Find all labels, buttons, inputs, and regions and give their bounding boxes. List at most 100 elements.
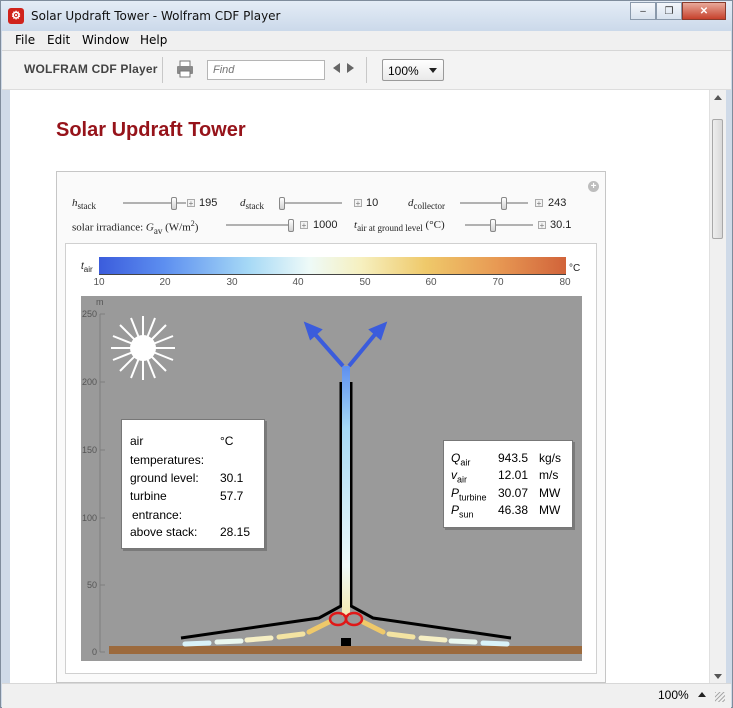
zoom-up-icon[interactable] bbox=[698, 692, 706, 697]
colorbar-tick: 50 bbox=[359, 277, 371, 288]
h-stack-expand-icon[interactable]: + bbox=[187, 199, 195, 208]
temperature-colorbar bbox=[99, 257, 566, 274]
y-axis-tick: 200 bbox=[81, 377, 97, 387]
t-air-label: tair at ground level (°C) bbox=[354, 219, 445, 234]
result-value: 46.38 bbox=[498, 503, 529, 517]
colorbar-tick: 70 bbox=[492, 277, 504, 288]
colorbar-tick: 80 bbox=[559, 277, 571, 288]
print-icon[interactable] bbox=[176, 60, 194, 78]
d-collector-label: dcollector bbox=[408, 197, 445, 212]
slider-thumb[interactable] bbox=[170, 197, 177, 210]
colorbar-axis bbox=[99, 274, 566, 275]
slider-track bbox=[465, 224, 533, 226]
menu-help[interactable]: Help bbox=[140, 33, 167, 47]
d-collector-expand-icon[interactable]: + bbox=[535, 199, 543, 208]
temp-label: above stack: bbox=[130, 525, 198, 539]
irradiance-expand-icon[interactable]: + bbox=[300, 221, 308, 230]
d-stack-slider[interactable] bbox=[279, 197, 342, 210]
colorbar-tick: 40 bbox=[292, 277, 304, 288]
scroll-up-icon[interactable] bbox=[714, 95, 722, 100]
toolbar-divider bbox=[162, 57, 163, 83]
window-title: Solar Updraft Tower - Wolfram CDF Player bbox=[31, 9, 281, 23]
scroll-thumb[interactable] bbox=[712, 119, 723, 239]
y-axis-tick: 50 bbox=[86, 580, 97, 590]
result-value: 12.01 bbox=[498, 468, 529, 482]
find-input[interactable] bbox=[207, 60, 325, 80]
d-stack-value: 10 bbox=[366, 197, 379, 209]
page-title: Solar Updraft Tower bbox=[56, 119, 246, 141]
results-box: Qair 943.5 kg/s vair 12.01 m/s Pturbine … bbox=[443, 440, 573, 528]
y-axis-tick: 150 bbox=[81, 445, 97, 455]
irradiance-slider[interactable] bbox=[226, 219, 294, 232]
menu-file[interactable]: File bbox=[15, 33, 35, 47]
result-symbol: vair bbox=[451, 468, 468, 485]
result-unit: kg/s bbox=[539, 451, 562, 465]
title-bar[interactable]: ⚙ Solar Updraft Tower - Wolfram CDF Play… bbox=[1, 1, 732, 31]
temp-label: entrance: bbox=[132, 508, 183, 522]
colorbar-label: tair bbox=[81, 261, 93, 274]
slider-thumb[interactable] bbox=[288, 219, 294, 232]
menu-bar: File Edit Window Help bbox=[2, 31, 731, 51]
colorbar-unit: °C bbox=[569, 263, 581, 274]
vertical-scrollbar[interactable] bbox=[709, 90, 726, 683]
wolfram-app-icon: ⚙ bbox=[8, 8, 24, 24]
d-stack-label: dstack bbox=[240, 197, 264, 212]
t-air-slider[interactable] bbox=[465, 219, 533, 232]
y-axis-unit: m bbox=[96, 297, 104, 307]
h-stack-label: hstack bbox=[72, 197, 96, 212]
temp-label: ground level: bbox=[130, 471, 199, 485]
menu-edit[interactable]: Edit bbox=[47, 33, 70, 47]
exhaust-arrows bbox=[303, 321, 388, 368]
menu-window[interactable]: Window bbox=[82, 33, 129, 47]
ground bbox=[109, 646, 582, 654]
t-air-expand-icon[interactable]: + bbox=[538, 221, 546, 230]
h-stack-value: 195 bbox=[199, 197, 218, 209]
resize-grip-icon[interactable] bbox=[715, 692, 725, 702]
colorbar-tick: 10 bbox=[93, 277, 105, 288]
zoom-select[interactable]: 100% bbox=[382, 59, 444, 81]
d-collector-slider[interactable] bbox=[460, 197, 528, 210]
y-axis-tick: 250 bbox=[81, 309, 97, 319]
chevron-down-icon bbox=[429, 68, 437, 73]
result-symbol: Pturbine bbox=[451, 486, 487, 503]
result-symbol: Qair bbox=[451, 451, 471, 468]
temp-value: 28.15 bbox=[220, 525, 251, 539]
status-zoom[interactable]: 100% bbox=[658, 688, 689, 702]
slider-track bbox=[226, 224, 294, 226]
scroll-down-icon[interactable] bbox=[714, 674, 722, 679]
result-unit: m/s bbox=[539, 468, 559, 482]
toolbar: WOLFRAM CDF Player 100% bbox=[2, 51, 731, 90]
result-value: 30.07 bbox=[498, 486, 529, 500]
slider-track bbox=[460, 202, 528, 204]
minimize-icon[interactable]: – bbox=[630, 2, 656, 20]
temperatures-box: air °C temperatures: ground level: 30.1 … bbox=[121, 419, 265, 549]
expand-options-icon[interactable]: + bbox=[588, 181, 599, 192]
temps-subheader: temperatures: bbox=[130, 453, 205, 467]
result-value: 943.5 bbox=[498, 451, 529, 465]
find-previous-icon[interactable] bbox=[333, 63, 340, 73]
slider-thumb[interactable] bbox=[489, 219, 496, 232]
irradiance-label: solar irradiance: Gav (W/m2) bbox=[72, 219, 199, 236]
slider-thumb[interactable] bbox=[500, 197, 507, 210]
zoom-value: 100% bbox=[388, 64, 419, 78]
d-stack-expand-icon[interactable]: + bbox=[354, 199, 362, 208]
irradiance-value: 1000 bbox=[313, 219, 338, 231]
temp-value: 57.7 bbox=[220, 489, 244, 503]
temp-value: 30.1 bbox=[220, 471, 244, 485]
h-stack-slider[interactable] bbox=[123, 197, 186, 210]
slider-track bbox=[279, 202, 342, 204]
temp-label: turbine bbox=[130, 489, 167, 503]
close-icon[interactable]: ✕ bbox=[682, 2, 726, 20]
find-next-icon[interactable] bbox=[347, 63, 354, 73]
status-bar: 100% bbox=[2, 683, 731, 708]
slider-thumb[interactable] bbox=[279, 197, 285, 210]
temps-unit: °C bbox=[220, 434, 234, 448]
brand-label: WOLFRAM CDF Player bbox=[24, 62, 158, 76]
y-axis-tick: 0 bbox=[91, 647, 97, 657]
result-unit: MW bbox=[539, 503, 561, 517]
y-axis-tick: 100 bbox=[81, 513, 97, 523]
colorbar-tick: 20 bbox=[159, 277, 171, 288]
temps-header: air bbox=[130, 434, 144, 448]
restore-icon[interactable]: ❐ bbox=[656, 2, 682, 20]
toolbar-divider bbox=[366, 57, 367, 83]
